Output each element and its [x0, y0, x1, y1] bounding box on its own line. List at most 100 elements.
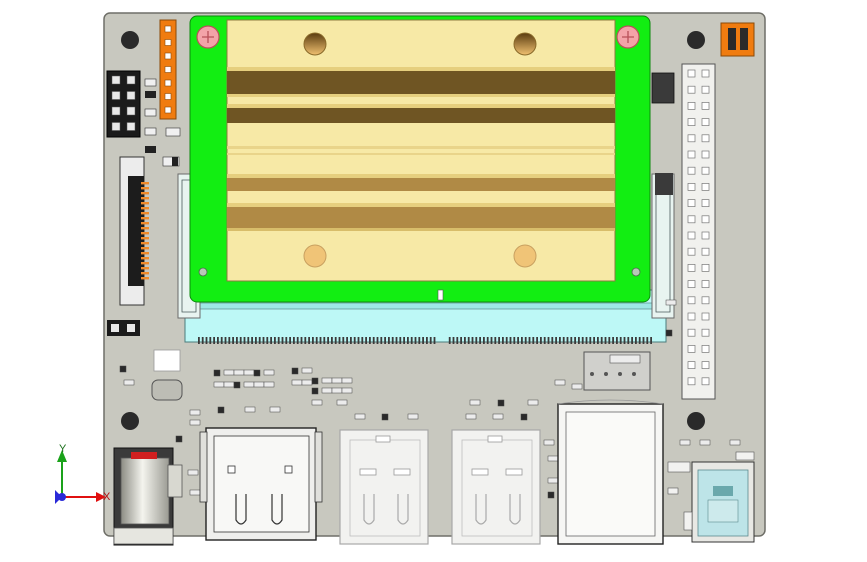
orange-header-pin [164, 106, 172, 114]
fpc-pin [141, 257, 149, 260]
fpc-pin [141, 182, 149, 185]
sodimm-pin [247, 337, 250, 344]
sodimm-pin [593, 337, 595, 344]
gpio-pin [687, 166, 696, 175]
jumper-pin [126, 91, 136, 100]
sodimm-pin [509, 337, 512, 344]
smd-part [311, 377, 319, 385]
gpio-pin [701, 231, 710, 240]
fpc-pin [141, 192, 149, 195]
sodimm-pin [274, 337, 276, 344]
gpio-pin [701, 215, 710, 224]
sodimm-pin [422, 337, 424, 344]
smd-part [263, 369, 275, 376]
smd-part [321, 377, 333, 384]
gpio-pin [687, 215, 696, 224]
smd-part [123, 379, 135, 386]
sodimm-pin [426, 337, 428, 344]
sodimm-pin [574, 337, 576, 344]
gpio-pin [687, 102, 696, 110]
sodimm-pin [255, 337, 257, 344]
fpc-pin [141, 247, 149, 250]
mounting-hole-bl [121, 412, 139, 430]
sodimm-pin [483, 337, 485, 344]
mounting-hole-br [687, 412, 705, 430]
sodimm-pin [608, 337, 611, 344]
fpc-pin [141, 277, 149, 280]
sodimm-pin [566, 337, 569, 344]
orange-header-pin [164, 66, 172, 73]
smd-part [543, 439, 555, 446]
smd-part [520, 413, 528, 421]
fpc-pin [141, 207, 149, 210]
pcb-render: Y X [55, 12, 766, 546]
sodimm-pin [277, 337, 280, 344]
orange-header-pin [164, 93, 172, 100]
fpc-pin [141, 262, 149, 265]
cad-viewport[interactable]: Y X [0, 0, 867, 562]
sodimm-pin [258, 337, 261, 344]
sodimm-pin [361, 337, 364, 344]
sodimm-pin [589, 337, 592, 344]
sodimm-pin [312, 337, 314, 344]
smd-part [217, 406, 225, 414]
sodimm-pin [334, 337, 337, 344]
gpio-pin [701, 166, 710, 175]
sodimm-pin [619, 337, 622, 344]
sodimm-pin [646, 337, 649, 344]
sodimm-pin [296, 337, 299, 344]
sodimm-pin [232, 337, 234, 344]
gpio-pin [687, 377, 696, 386]
gpio-pin [687, 264, 696, 272]
gpio-pin [701, 312, 710, 321]
smd-part [665, 299, 677, 306]
gpio-pin [701, 69, 710, 78]
sodimm-pin [410, 337, 413, 344]
smd-part [301, 379, 313, 386]
smd-part [527, 399, 539, 406]
gpio-pin [701, 118, 710, 126]
sodimm-pin [308, 337, 310, 344]
sodimm-pin [266, 337, 269, 344]
smd-part [291, 379, 303, 386]
gpio-pin [687, 134, 696, 143]
smd-part [571, 383, 583, 390]
sodimm-pin [304, 337, 307, 344]
smd-part [699, 439, 711, 446]
fan-connector [583, 351, 651, 391]
sodimm-pin [429, 337, 432, 344]
sodimm-pin [627, 337, 630, 344]
sodimm-pin [612, 337, 614, 344]
sodimm-pin [467, 337, 470, 344]
sodimm-pin [323, 337, 326, 344]
gpio-pin [687, 231, 696, 240]
sodimm-pin [350, 337, 352, 344]
sodimm-pin [578, 337, 580, 344]
sodimm-pin [395, 337, 398, 344]
sodimm-pin [597, 337, 599, 344]
gpio-pin [701, 199, 710, 207]
gpio-pin [701, 264, 710, 272]
sodimm-pin [201, 337, 204, 344]
smd-part [223, 381, 235, 388]
smd-part [244, 406, 256, 413]
smd-part [243, 369, 255, 376]
sodimm-pin [217, 337, 219, 344]
sodimm-pin [521, 337, 523, 344]
smd-part [253, 381, 265, 388]
gpio-pin [701, 345, 710, 353]
smd-part [354, 413, 366, 420]
sodimm-pin [517, 337, 519, 344]
sodimm-pin [220, 337, 223, 344]
gpio-pin [687, 118, 696, 126]
gpio-pin [701, 377, 710, 386]
sodimm-pin [198, 337, 200, 344]
sodimm-pin [456, 337, 459, 344]
gpio-pin [687, 85, 696, 94]
axis-triad: Y X [55, 443, 111, 504]
sodimm-pin [270, 337, 272, 344]
jumper-pin [111, 75, 121, 85]
sodimm-pin [342, 337, 345, 344]
sodimm-pin [338, 337, 341, 344]
sodimm-pin [559, 337, 561, 344]
